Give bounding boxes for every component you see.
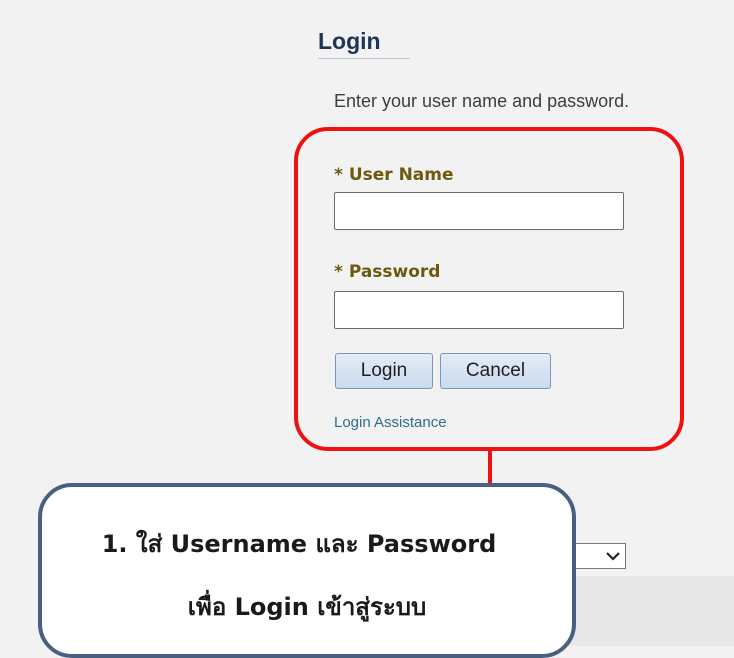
callout-text-line-1: 1. ใส่ Username และ Password [101,530,497,558]
callout-text-line-2: เพื่อ Login เข้าสู่ระบบ [187,593,427,621]
highlight-box [294,127,684,451]
instruction-callout: 1. ใส่ Username และ Password เพื่อ Login… [38,483,576,658]
chevron-down-icon [601,544,625,568]
login-instructions: Enter your user name and password. [334,91,630,111]
page-title: Login [318,28,410,59]
